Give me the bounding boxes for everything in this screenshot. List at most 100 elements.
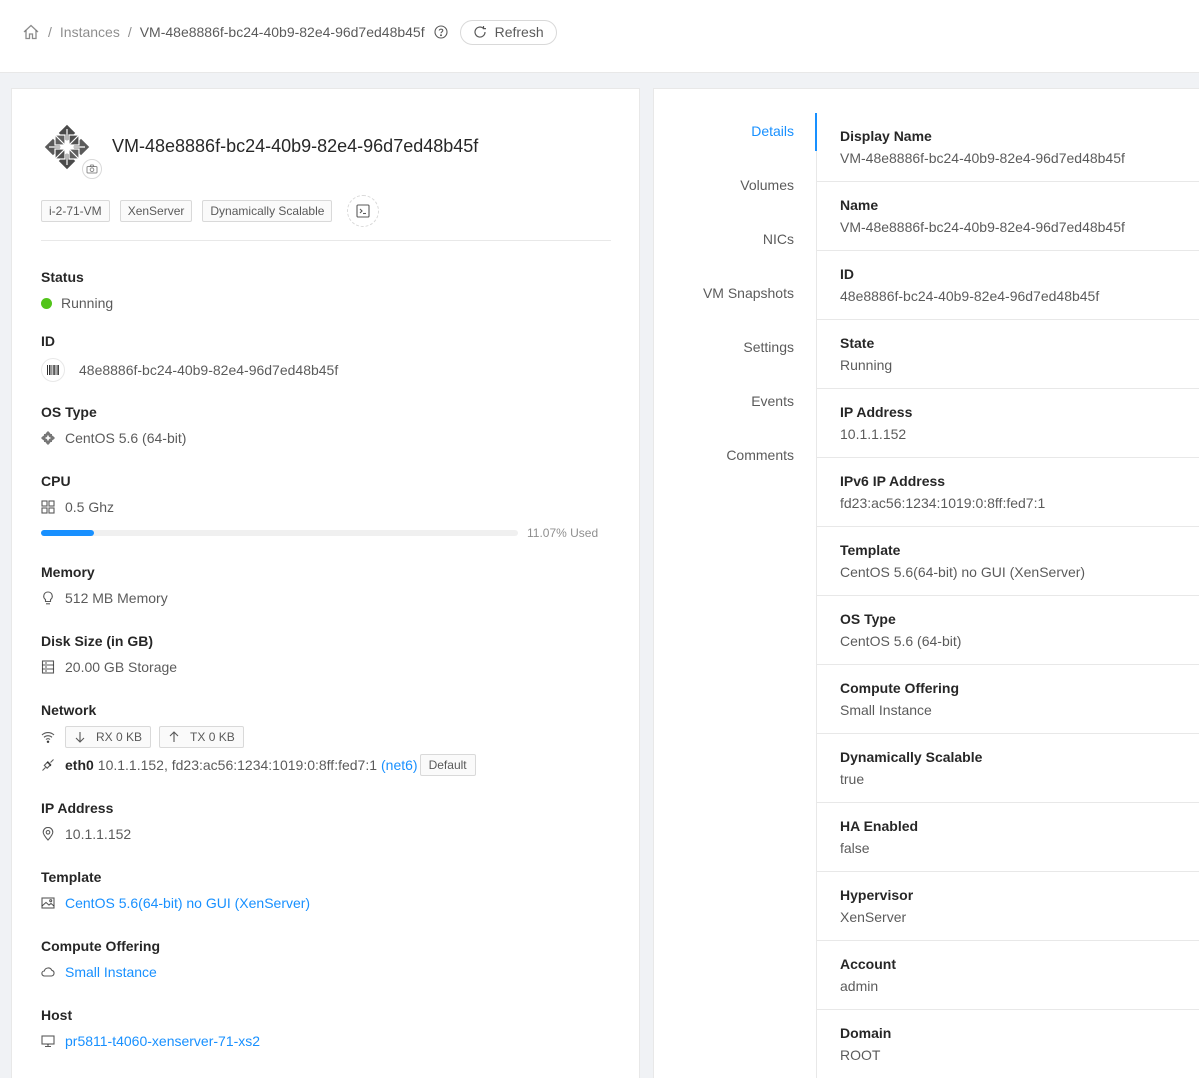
bulb-icon (41, 591, 55, 605)
refresh-button[interactable]: Refresh (459, 19, 557, 45)
detail-label: Dynamically Scalable (840, 749, 983, 765)
detail-label: Hypervisor (840, 887, 914, 903)
detail-value: fd23:ac56:1234:1019:0:8ff:fed7:1 (840, 495, 1046, 511)
instance-tag: Dynamically Scalable (202, 200, 333, 222)
wifi-icon (41, 730, 55, 744)
detail-value: VM-48e8886f-bc24-40b9-82e4-96d7ed48b45f (840, 150, 1125, 166)
console-button[interactable] (347, 195, 380, 227)
memory-value: 512 MB Memory (65, 590, 168, 606)
detail-value: XenServer (840, 909, 907, 925)
default-nic-tag: Default (419, 754, 476, 776)
detail-label: Domain (840, 1025, 892, 1041)
detail-row: Template CentOS 5.6(64-bit) no GUI (XenSe… (817, 527, 1199, 596)
id-section: ID 48e8886f-bc24-40b9-82e4-96d7ed48b45f (41, 331, 338, 383)
instance-details-card: Details Volumes NICs VM Snapshots Settin… (653, 88, 1199, 1078)
detail-label: IPv6 IP Address (840, 473, 946, 489)
detail-value: true (840, 771, 865, 787)
cpu-value: 0.5 Ghz (65, 499, 115, 515)
instance-title: VM-48e8886f-bc24-40b9-82e4-96d7ed48b45f (112, 136, 479, 156)
id-label: ID (41, 333, 55, 349)
tab-vm-snapshots[interactable]: VM Snapshots (654, 275, 816, 329)
detail-value: 48e8886f-bc24-40b9-82e4-96d7ed48b45f (840, 288, 1100, 304)
cpu-section: CPU 0.5 Ghz 11.07% Used (41, 471, 598, 540)
compute-offering-label: Compute Offering (41, 938, 160, 954)
detail-label: Account (840, 956, 896, 972)
detail-label: Compute Offering (840, 680, 959, 696)
hdd-icon (41, 660, 55, 674)
compute-offering-section: Compute Offering Small Instance (41, 936, 160, 982)
template-section: Template CentOS 5.6(64-bit) no GUI (XenS… (41, 867, 310, 913)
ip-section: IP Address 10.1.1.152 (41, 798, 131, 844)
detail-label: Name (840, 197, 879, 213)
os-type-label: OS Type (41, 404, 97, 420)
barcode-icon[interactable] (41, 358, 65, 382)
refresh-label: Refresh (494, 24, 544, 40)
detail-label: OS Type (840, 611, 896, 627)
status-value: Running (61, 295, 114, 311)
detail-row: ID 48e8886f-bc24-40b9-82e4-96d7ed48b45f (817, 251, 1199, 320)
detail-value: Small Instance (840, 702, 932, 718)
question-circle-icon[interactable] (434, 25, 448, 39)
template-link[interactable]: CentOS 5.6(64-bit) no GUI (XenServer) (65, 895, 310, 911)
camera-icon[interactable] (82, 159, 102, 179)
disk-label: Disk Size (in GB) (41, 633, 154, 649)
detail-row: Display Name VM-48e8886f-bc24-40b9-82e4-9… (817, 113, 1199, 182)
detail-row: Hypervisor XenServer (817, 872, 1199, 941)
compute-offering-link[interactable]: Small Instance (65, 964, 157, 980)
divider (41, 240, 611, 241)
tab-comments[interactable]: Comments (654, 437, 816, 491)
host-label: Host (41, 1007, 73, 1023)
tab-settings[interactable]: Settings (654, 329, 816, 383)
cpu-progress-fill (41, 530, 94, 536)
ip-value: 10.1.1.152 (65, 826, 132, 842)
tab-volumes[interactable]: Volumes (654, 167, 816, 221)
os-type-section: OS Type CentOS 5.6 (64-bit) (41, 402, 186, 448)
page-header: / Instances / VM-48e8886f-bc24-40b9-82e4… (0, 0, 1199, 73)
host-link[interactable]: pr5811-t4060-xenserver-71-xs2 (65, 1033, 260, 1049)
detail-value: 10.1.1.152 (840, 426, 907, 442)
instance-tag: i-2-71-VM (41, 200, 110, 222)
breadcrumb-instances-link[interactable]: Instances (60, 24, 120, 40)
cpu-label: CPU (41, 473, 71, 489)
tab-details[interactable]: Details (654, 113, 817, 167)
detail-row: Compute Offering Small Instance (817, 665, 1199, 734)
status-label: Status (41, 269, 84, 285)
detail-row: State Running (817, 320, 1199, 389)
tab-nics[interactable]: NICs (654, 221, 816, 275)
breadcrumb-current: VM-48e8886f-bc24-40b9-82e4-96d7ed48b45f (139, 24, 425, 40)
breadcrumb-separator: / (48, 24, 52, 40)
environment-icon (41, 827, 55, 841)
detail-row: OS Type CentOS 5.6 (64-bit) (817, 596, 1199, 665)
arrow-up-icon (168, 731, 180, 743)
status-section: Status Running (41, 267, 113, 313)
detail-row: Dynamically Scalable true (817, 734, 1199, 803)
instance-tag: XenServer (119, 200, 193, 222)
home-icon[interactable] (22, 23, 40, 41)
reload-icon (473, 25, 487, 39)
detail-row: IP Address 10.1.1.152 (817, 389, 1199, 458)
tx-tag: TX 0 KB (159, 726, 244, 748)
nic-network-link[interactable]: (net6) (381, 757, 418, 773)
breadcrumb: / Instances / VM-48e8886f-bc24-40b9-82e4… (22, 19, 557, 45)
picture-icon (41, 896, 55, 910)
nic-addresses: 10.1.1.152, fd23:ac56:1234:1019:0:8ff:fe… (97, 757, 378, 773)
detail-row: IPv6 IP Address fd23:ac56:1234:1019:0:8ff… (817, 458, 1199, 527)
appstore-icon (41, 500, 55, 514)
cloud-icon (41, 965, 55, 979)
detail-label: Template (840, 542, 901, 558)
status-badge (41, 297, 52, 309)
network-label: Network (41, 702, 97, 718)
disk-section: Disk Size (in GB) 20.00 GB Storage (41, 631, 177, 677)
code-icon (356, 204, 370, 218)
template-label: Template (41, 869, 102, 885)
detail-row: Name VM-48e8886f-bc24-40b9-82e4-96d7ed48b… (817, 182, 1199, 251)
memory-section: Memory 512 MB Memory (41, 562, 168, 608)
id-value: 48e8886f-bc24-40b9-82e4-96d7ed48b45f (79, 362, 339, 378)
instance-summary-card: VM-48e8886f-bc24-40b9-82e4-96d7ed48b45f … (11, 88, 640, 1078)
detail-value: VM-48e8886f-bc24-40b9-82e4-96d7ed48b45f (840, 219, 1125, 235)
details-list: Display Name VM-48e8886f-bc24-40b9-82e4-9… (817, 113, 1199, 1078)
tab-events[interactable]: Events (654, 383, 816, 437)
detail-row: Domain ROOT (817, 1010, 1199, 1078)
memory-label: Memory (41, 564, 95, 580)
detail-tabs: Details Volumes NICs VM Snapshots Settin… (654, 113, 817, 1078)
